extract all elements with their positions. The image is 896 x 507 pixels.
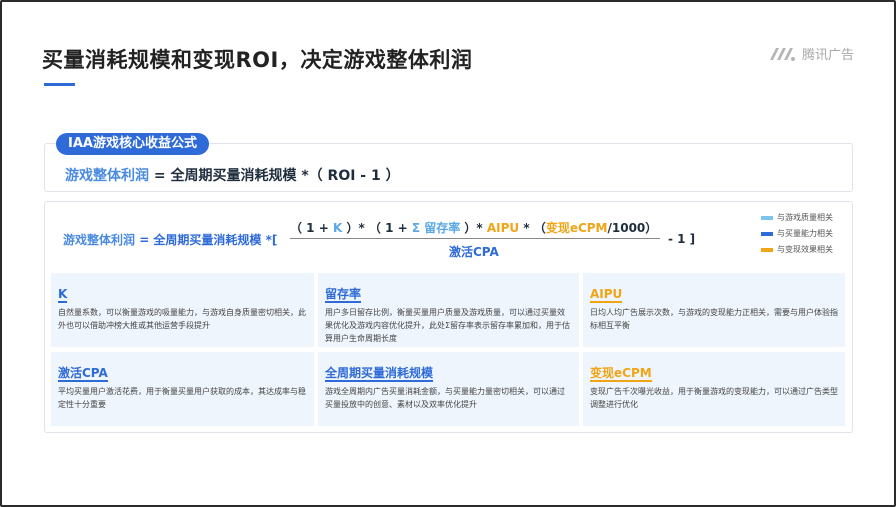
card-title: AIPU — [590, 287, 623, 303]
numer-open: （ 1 + — [290, 221, 333, 235]
detail-formula-eq: = 全周期买量消耗规模 *[ — [135, 233, 278, 247]
brand: 腾讯广告 — [768, 44, 854, 63]
numer-close: /1000） — [607, 221, 658, 235]
numer-mid3: * （ — [519, 221, 546, 235]
legend-label: 与游戏质量相关 — [777, 213, 833, 222]
card-retention: 留存率 用户多日留存比例，衡量买量用户质量及游戏质量，可以通过买量效果优化及游戏… — [318, 273, 579, 347]
numer-ecpm: 变现eCPM — [545, 221, 608, 235]
detail-formula-denominator: 激活CPA — [449, 245, 499, 259]
tencent-ads-logo-icon — [769, 47, 795, 61]
legend: 与游戏质量相关 与买量能力相关 与变现效果相关 — [761, 212, 833, 255]
detail-formula-profit: 游戏整体利润 — [63, 233, 136, 247]
detail-formula-lhs: 游戏整体利润 = 全周期买量消耗规模 *[ — [63, 231, 277, 248]
card-spend-scale: 全周期买量消耗规模 游戏全周期内广告买量消耗金额，与买量能力量密切相关，可以通过… — [318, 352, 579, 426]
core-formula-tag: IAA游戏核心收益公式 — [56, 133, 209, 155]
card-desc: 游戏全周期内广告买量消耗金额，与买量能力量密切相关，可以通过买量投放中的创意、素… — [325, 387, 565, 409]
detail-formula-numerator: （ 1 + K ）* （ 1 + Σ 留存率 ）* AIPU * （变现eCPM… — [290, 219, 657, 236]
numer-mid2: ）* — [460, 221, 487, 235]
card-k: K 自然量系数，可以衡量游戏的吸量能力，与游戏自身质量密切相关，此外也可以借助冲… — [51, 273, 314, 347]
core-formula: 游戏整体利润 = 全周期买量消耗规模 *（ ROI - 1 ） — [65, 165, 400, 185]
metric-cards: K 自然量系数，可以衡量游戏的吸量能力，与游戏自身质量密切相关，此外也可以借助冲… — [51, 273, 845, 426]
legend-item-quality: 与游戏质量相关 — [761, 212, 833, 223]
card-desc: 用户多日留存比例，衡量买量用户质量及游戏质量，可以通过买量效果优化及游戏内容优化… — [325, 308, 571, 343]
detail-formula-tail: - 1 ] — [668, 232, 696, 246]
card-cpa: 激活CPA 平均买量用户激活花费，用于衡量买量用户获取的成本，其达成率与稳定性十… — [51, 352, 314, 426]
legend-swatch — [761, 231, 773, 236]
card-ecpm: 变现eCPM 变现广告千次曝光收益，用于衡量游戏的变现能力，可以通过广告类型调整… — [583, 352, 845, 426]
core-formula-lhs: 游戏整体利润 — [65, 168, 149, 184]
legend-item-buying: 与买量能力相关 — [761, 228, 833, 239]
core-formula-rhs: = 全周期买量消耗规模 *（ ROI - 1 ） — [149, 168, 400, 184]
card-aipu: AIPU 日均人均广告展示次数，与游戏的变现能力正相关，需要与用户体验指标相互平… — [583, 273, 845, 347]
numer-mid1: ）* （ 1 + — [342, 221, 412, 235]
card-title: 全周期买量消耗规模 — [325, 366, 434, 382]
numer-aipu: AIPU — [486, 221, 520, 235]
card-desc: 平均买量用户激活花费，用于衡量买量用户获取的成本，其达成率与稳定性十分重要 — [58, 387, 306, 409]
legend-swatch — [761, 247, 773, 252]
numer-retention: Σ 留存率 — [411, 221, 461, 235]
page-title: 买量消耗规模和变现ROI，决定游戏整体利润 — [42, 48, 473, 72]
brand-name: 腾讯广告 — [801, 48, 854, 63]
card-title: 留存率 — [325, 287, 362, 303]
card-desc: 自然量系数，可以衡量游戏的吸量能力，与游戏自身质量密切相关，此外也可以借助冲榜大… — [58, 308, 306, 330]
card-desc: 变现广告千次曝光收益，用于衡量游戏的变现能力，可以通过广告类型调整进行优化 — [590, 387, 838, 409]
card-desc: 日均人均广告展示次数，与游戏的变现能力正相关，需要与用户体验指标相互平衡 — [590, 308, 838, 330]
legend-item-monetization: 与变现效果相关 — [761, 244, 833, 255]
legend-swatch — [761, 215, 773, 220]
numer-k: K — [332, 221, 343, 235]
card-title: K — [58, 287, 68, 303]
fraction-line — [290, 238, 660, 239]
legend-label: 与买量能力相关 — [777, 229, 833, 238]
card-title: 变现eCPM — [590, 366, 652, 382]
card-title: 激活CPA — [58, 366, 108, 382]
legend-label: 与变现效果相关 — [777, 245, 833, 254]
title-underline — [44, 83, 75, 86]
